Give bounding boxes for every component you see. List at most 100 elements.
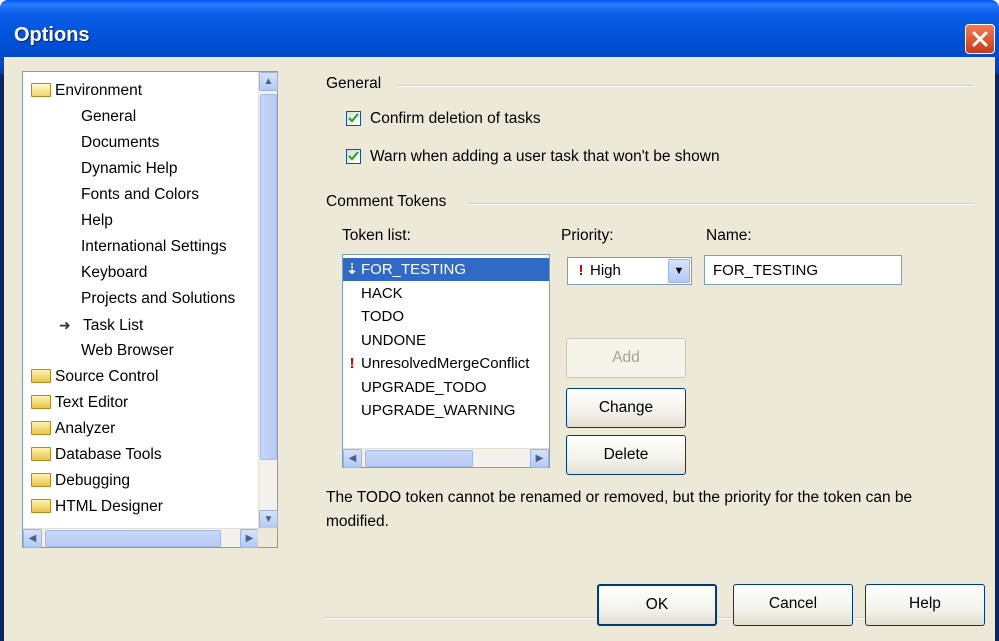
token-list-item[interactable]: ! UnresolvedMergeConflict [343,352,549,375]
tree-item-label: Documents [81,134,160,151]
priority-value-text: High [590,262,621,279]
tree-item[interactable]: General [81,104,136,130]
comment-tokens-heading: Comment Tokens [326,193,447,210]
tree-vertical-scrollbar[interactable]: ▲ ▼ [258,72,278,529]
hscroll-thumb[interactable] [365,450,473,467]
token-label: FOR_TESTING [361,261,467,278]
token-list-item[interactable]: HACK [343,282,549,305]
tree-item-label: Help [81,212,113,229]
current-arrow-icon: ➜ [59,317,71,333]
tree-item[interactable]: International Settings [81,234,227,260]
tree-item[interactable]: Keyboard [81,260,147,286]
chevron-left-icon: ◀ [28,533,37,544]
tree-item-label: General [81,108,137,125]
hscroll-thumb[interactable] [45,530,221,547]
folder-open-icon [31,83,51,97]
token-label: UPGRADE_WARNING [361,402,516,419]
token-label: UnresolvedMergeConflict [361,355,530,372]
token-list-item[interactable]: UPGRADE_TODO [343,376,549,399]
folder-icon [31,369,51,383]
scroll-thumb[interactable] [260,94,277,460]
window-title: Options [14,24,90,46]
tree-item[interactable]: Dynamic Help [81,156,177,182]
tree-item[interactable]: Database Tools [31,442,162,468]
tree-item-label: International Settings [81,238,227,255]
confirm-deletion-label[interactable]: Confirm deletion of tasks [370,110,541,128]
tree-item-label: Text Editor [55,394,129,411]
tree-item[interactable]: Web Browser [81,338,174,364]
tree-item[interactable]: Source Control [31,364,158,390]
tree-items: Environment General Documents Dynamic Help F… [23,72,259,529]
general-heading: General [326,75,382,92]
chevron-right-icon: ▶ [535,453,544,464]
token-list-item[interactable]: UPGRADE_WARNING [343,399,549,422]
tree-item-label: Keyboard [81,264,148,281]
warn-user-task-checkbox[interactable] [346,149,361,164]
priority-label: Priority: [561,227,614,244]
tree-item[interactable]: Documents [81,130,159,156]
token-list-item[interactable]: TODO [343,305,549,328]
token-label: HACK [361,284,403,302]
priority-select[interactable]: ! High ▼ [567,257,692,285]
tree-item[interactable]: HTML Designer [31,494,163,520]
tree-horizontal-scrollbar[interactable]: ◀ ▶ [23,528,259,548]
tree-item-label: Task List [83,317,144,334]
general-divider [396,85,974,87]
scroll-right-button[interactable]: ▶ [240,529,259,548]
close-button[interactable] [965,24,995,54]
low-priority-icon: ⇣ [345,261,359,278]
ok-button[interactable]: OK [597,584,717,626]
warn-user-task-label[interactable]: Warn when adding a user task that won't … [370,148,720,166]
folder-icon [31,421,51,435]
token-name-input[interactable] [704,255,902,285]
token-list[interactable]: ⇣ FOR_TESTING HACK TODO UNDONE! UnresolvedMer… [342,254,550,468]
folder-icon [31,447,51,461]
tree-item-label: Environment [55,82,143,99]
scroll-right-button[interactable]: ▶ [530,449,549,468]
cancel-button[interactable]: Cancel [733,584,853,626]
tree-item-label: Fonts and Colors [81,186,200,203]
scroll-left-button[interactable]: ◀ [23,529,42,548]
comment-tokens-divider [468,203,974,205]
token-list-horizontal-scrollbar[interactable]: ◀ ▶ [343,448,549,468]
change-button[interactable]: Change [566,388,686,428]
chevron-left-icon: ◀ [348,453,357,464]
checkmark-icon [348,151,359,161]
tree-item[interactable]: ➜ Task List [59,312,143,338]
tree-item[interactable]: Debugging [31,468,130,494]
tree-item[interactable]: Text Editor [31,390,128,416]
scroll-up-button[interactable]: ▲ [259,72,278,91]
scroll-down-button[interactable]: ▼ [259,510,278,529]
high-priority-icon: ! [578,262,584,279]
close-icon [972,31,988,47]
tree-item-label: Database Tools [55,446,162,463]
category-tree[interactable]: Environment General Documents Dynamic Help F… [22,71,278,548]
chevron-down-icon: ▼ [263,514,274,525]
token-list-item[interactable]: UNDONE [343,329,549,352]
tree-item[interactable]: Environment [31,78,142,104]
tree-item-label: Analyzer [55,420,116,437]
tree-item-label: Dynamic Help [81,160,178,177]
chevron-down-icon: ▼ [673,265,685,277]
tree-item[interactable]: Analyzer [31,416,115,442]
token-list-item[interactable]: ⇣ FOR_TESTING [343,258,549,281]
scroll-left-button[interactable]: ◀ [343,449,362,468]
token-label: UPGRADE_TODO [361,378,487,396]
tree-item-label: Web Browser [81,342,174,359]
delete-button[interactable]: Delete [566,435,686,475]
tree-item-label: HTML Designer [55,498,163,515]
tree-item-label: Projects and Solutions [81,290,236,307]
tree-item[interactable]: Fonts and Colors [81,182,199,208]
tree-item[interactable]: Projects and Solutions [81,286,235,312]
help-button[interactable]: Help [865,584,985,626]
folder-icon [31,473,51,487]
confirm-deletion-checkbox[interactable] [346,111,361,126]
token-list-label: Token list: [342,227,411,244]
add-button[interactable]: Add [566,338,686,378]
folder-icon [31,499,51,513]
priority-dropdown-button[interactable]: ▼ [668,259,690,283]
tree-item-label: Source Control [55,368,159,385]
chevron-right-icon: ▶ [245,533,254,544]
folder-icon [31,395,51,409]
tree-item[interactable]: Help [81,208,113,234]
